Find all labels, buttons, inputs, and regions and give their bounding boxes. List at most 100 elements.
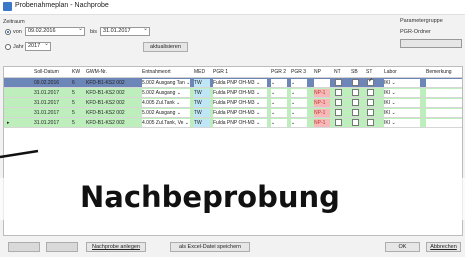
cell-pgr2[interactable]: ⌄ xyxy=(271,79,287,87)
col-header-st[interactable]: ST xyxy=(366,69,372,75)
cell-entnahmeort[interactable]: 4.005 Zul.Tank ⌄ xyxy=(142,99,190,107)
cell-bemerkung[interactable] xyxy=(426,99,462,107)
checkbox-sb[interactable] xyxy=(352,109,359,116)
col-header-med[interactable]: MED xyxy=(194,69,205,75)
col-header-pgr1[interactable]: PGR 1 xyxy=(213,69,228,75)
cell-kw[interactable]: 5 xyxy=(72,89,82,97)
cell-labor[interactable]: IKI ⌄ xyxy=(384,99,420,107)
abbrechen-button[interactable]: Abbrechen xyxy=(426,242,461,252)
cell-soll-datum[interactable]: 31.01.2017 xyxy=(34,109,70,117)
cell-np[interactable]: NP-1 xyxy=(314,109,330,117)
von-date-field[interactable]: 09.02.2016 xyxy=(25,27,85,36)
col-header-pgr3[interactable]: PGR 3 xyxy=(291,69,306,75)
col-header-kw[interactable]: KW xyxy=(72,69,80,75)
cell-kw[interactable]: 5 xyxy=(72,119,82,127)
cell-pgr1[interactable]: Fulda PNP OH-M3 ⌄ xyxy=(213,99,267,107)
cell-soll-datum[interactable]: 31.01.2017 xyxy=(34,89,70,97)
col-header-nt[interactable]: NT xyxy=(334,69,341,75)
ok-button[interactable]: OK xyxy=(385,242,420,252)
cell-soll-datum[interactable]: 09.02.2016 xyxy=(34,79,70,87)
cell-gwm-nr[interactable]: KFD-B1-KS2 002 xyxy=(86,89,138,97)
cell-pgr2[interactable]: ⌄ xyxy=(271,109,287,117)
checkbox-st[interactable] xyxy=(367,109,374,116)
cell-bemerkung[interactable] xyxy=(426,119,462,127)
bis-date-field[interactable]: 31.01.2017 xyxy=(100,27,150,36)
cell-gwm-nr[interactable]: KFD-B1-KS2 002 xyxy=(86,99,138,107)
cell-soll-datum[interactable]: 31.01.2017 xyxy=(34,119,70,127)
checkbox-nt[interactable] xyxy=(335,119,342,126)
pgr-ordner-field[interactable] xyxy=(400,39,462,48)
cell-soll-datum[interactable]: 31.01.2017 xyxy=(34,99,70,107)
cell-pgr2[interactable]: ⌄ xyxy=(271,99,287,107)
cell-kw[interactable]: 5 xyxy=(72,99,82,107)
table-row[interactable]: 31.01.2017 5 KFD-B1-KS2 002 5.002 Ausgang ⌄… xyxy=(4,88,462,98)
jahr-select[interactable]: 2017 xyxy=(25,42,51,51)
cell-entnahmeort[interactable]: 5.002 Ausgang Tan ⌄ xyxy=(142,79,190,87)
cell-med[interactable]: TW xyxy=(194,99,210,107)
cell-pgr3[interactable]: ⌄ xyxy=(291,89,307,97)
checkbox-sb[interactable] xyxy=(352,99,359,106)
cell-bemerkung[interactable] xyxy=(426,79,462,87)
excel-export-button[interactable]: als Excel-Datei speichern xyxy=(170,242,250,252)
cell-med[interactable]: TW xyxy=(194,79,210,87)
cell-pgr3[interactable]: ⌄ xyxy=(291,109,307,117)
cell-pgr2[interactable]: ⌄ xyxy=(271,89,287,97)
cell-labor[interactable]: IKI ⌄ xyxy=(384,79,420,87)
cell-gwm-nr[interactable]: KFD-B1-KS2 002 xyxy=(86,79,138,87)
table-row[interactable]: 09.02.2016 6 KFD-B1-KS2 002 5.002 Ausgang T… xyxy=(4,77,462,88)
cell-labor[interactable]: IKI ⌄ xyxy=(384,109,420,117)
table-row[interactable]: ▸ 31.01.2017 5 KFD-B1-KS2 002 4.005 Zul.Tank… xyxy=(4,118,462,128)
cell-pgr3[interactable]: ⌄ xyxy=(291,79,307,87)
cell-entnahmeort[interactable]: 5.002 Ausgang ⌄ xyxy=(142,89,190,97)
col-header-pgr2[interactable]: PGR 2 xyxy=(271,69,286,75)
checkbox-nt[interactable] xyxy=(335,89,342,96)
checkbox-nt[interactable] xyxy=(335,109,342,116)
table-row[interactable]: 31.01.2017 5 KFD-B1-KS2 002 4.005 Zul.Tank … xyxy=(4,98,462,108)
checkbox-st[interactable] xyxy=(367,89,374,96)
checkbox-nt[interactable] xyxy=(335,79,342,86)
cell-np[interactable]: NP-1 xyxy=(314,89,330,97)
cell-kw[interactable]: 5 xyxy=(72,109,82,117)
checkbox-st[interactable] xyxy=(367,99,374,106)
cell-pgr1[interactable]: Fulda PNP OH-M3 ⌄ xyxy=(213,119,267,127)
cell-gwm-nr[interactable]: KFD-B1-KS2 002 xyxy=(86,109,138,117)
cell-bemerkung[interactable] xyxy=(426,109,462,117)
aktualisieren-button[interactable]: aktualisieren xyxy=(143,42,188,52)
checkbox-sb[interactable] xyxy=(352,119,359,126)
jahr-radio[interactable] xyxy=(5,44,11,50)
cell-pgr1[interactable]: Fulda PNP OH-M3 ⌄ xyxy=(213,89,267,97)
cell-labor[interactable]: IKI ⌄ xyxy=(384,89,420,97)
cell-pgr2[interactable]: ⌄ xyxy=(271,119,287,127)
cell-pgr1[interactable]: Fulda PNP OH-M3 ⌄ xyxy=(213,79,267,87)
checkbox-sb[interactable] xyxy=(352,89,359,96)
cell-pgr3[interactable]: ⌄ xyxy=(291,99,307,107)
col-header-labor[interactable]: Labor xyxy=(384,69,397,75)
col-header-np[interactable]: NP xyxy=(314,69,321,75)
checkbox-st[interactable] xyxy=(367,77,374,86)
cell-labor[interactable]: IKI ⌄ xyxy=(384,119,420,127)
col-header-gwm-nr[interactable]: GWM-Nr. xyxy=(86,69,107,75)
cell-med[interactable]: TW xyxy=(194,89,210,97)
col-header-soll-datum[interactable]: Soll-Datum xyxy=(34,69,59,75)
nachprobe-anlegen-button[interactable]: Nachprobe anlegen xyxy=(86,242,146,252)
col-header-sb[interactable]: SB xyxy=(351,69,358,75)
cell-gwm-nr[interactable]: KFD-B1-KS2 002 xyxy=(86,119,138,127)
col-header-bemerkung[interactable]: Bemerkung xyxy=(426,69,452,75)
cell-np[interactable]: NP-1 xyxy=(314,119,330,127)
cell-bemerkung[interactable] xyxy=(426,89,462,97)
cell-med[interactable]: TW xyxy=(194,119,210,127)
cell-pgr3[interactable]: ⌄ xyxy=(291,119,307,127)
table-row[interactable]: 31.01.2017 5 KFD-B1-KS2 002 5.002 Ausgang ⌄… xyxy=(4,108,462,118)
cell-kw[interactable]: 6 xyxy=(72,79,82,87)
checkbox-sb[interactable] xyxy=(352,79,359,86)
cell-pgr1[interactable]: Fulda PNP OH-M3 ⌄ xyxy=(213,109,267,117)
cell-np[interactable] xyxy=(314,79,330,87)
cell-med[interactable]: TW xyxy=(194,109,210,117)
checkbox-nt[interactable] xyxy=(335,99,342,106)
cell-entnahmeort[interactable]: 4.005 Zul.Tank, Ve ⌄ xyxy=(142,119,190,127)
cell-np[interactable]: NP-1 xyxy=(314,99,330,107)
cell-entnahmeort[interactable]: 5.002 Ausgang ⌄ xyxy=(142,109,190,117)
von-radio[interactable] xyxy=(5,29,11,35)
checkbox-st[interactable] xyxy=(367,119,374,126)
col-header-entnahmeort[interactable]: Entnahmeort xyxy=(142,69,171,75)
